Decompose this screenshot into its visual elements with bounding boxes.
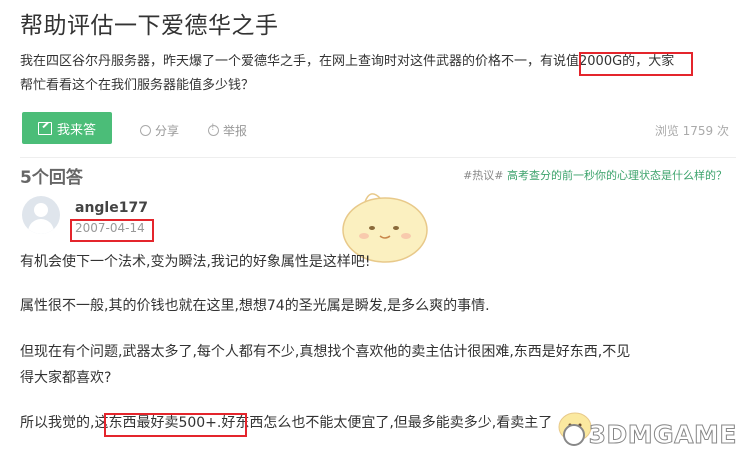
edit-icon <box>37 121 52 135</box>
question-description: 我在四区谷尔丹服务器，昨天爆了一个爱德华之手，在网上查询时对这件武器的价格不一，… <box>20 50 735 98</box>
report-icon <box>208 123 219 136</box>
answer-button-label: 我来答 <box>56 122 96 138</box>
answer-paragraph-1: 有机会使下一个法术,变为瞬法,我记的好象属性是这样吧! <box>20 254 371 270</box>
hot-topic-link[interactable]: 高考查分的前一秒你的心理状态是什么样的？ <box>507 169 727 182</box>
desc-highlight-price: 有说值2000G的 <box>540 54 636 69</box>
share-label: 分享 <box>155 124 180 138</box>
answer-p4-highlight: 这东西最好卖500+ <box>94 415 217 431</box>
hot-topic: #热议# 高考查分的前一秒你的心理状态是什么样的？ <box>463 167 727 183</box>
answer-p4-a: 所以我觉的, <box>20 415 95 431</box>
answer-count: 5个回答 <box>20 168 83 188</box>
answer-paragraph-3-line-1: 但现在有个问题,武器太多了,每个人都有不少,真想找个喜欢他的卖主估计很困难,东西… <box>20 344 631 360</box>
answer-username[interactable]: angle177 <box>75 200 148 216</box>
share-button[interactable]: 分享 <box>140 122 179 139</box>
avatar-body <box>28 219 54 234</box>
view-count: 浏览 1759 次 <box>654 124 729 138</box>
share-icon <box>140 125 151 136</box>
avatar-head <box>34 203 48 217</box>
watermark-logo-icon <box>562 423 585 446</box>
answer-paragraph-3: 但现在有个问题,武器太多了,每个人都有不少,真想找个喜欢他的卖主估计很困难,东西… <box>20 339 735 391</box>
desc-line-2: 帮忙看看这个在我们服务器能值多少钱？ <box>20 78 255 93</box>
hot-tag: #热议# <box>463 169 504 182</box>
answer-button[interactable]: 我来答 <box>22 112 112 144</box>
watermark-logo: 3DMGAME <box>562 420 737 450</box>
watermark-text: 3DMGAME <box>588 420 737 450</box>
answer-p4-c: .好东西怎么也不能太便宜了,但最多能卖多少,看卖主了 <box>216 415 553 431</box>
question-title: 帮助评估一下爱德华之手 <box>20 13 279 39</box>
report-label: 举报 <box>223 124 248 138</box>
answer-date: 2007-04-14 <box>75 221 145 235</box>
divider <box>20 157 736 158</box>
avatar[interactable] <box>22 196 60 234</box>
desc-text-c: ，大家 <box>635 54 675 69</box>
answer-paragraph-3-line-2: 得大家都喜欢? <box>20 370 112 386</box>
desc-text-a: 我在四区谷尔丹服务器，昨天爆了一个爱德华之手，在网上查询时对这件武器的价格不一， <box>20 54 541 69</box>
report-button[interactable]: 举报 <box>208 122 247 139</box>
answer-paragraph-2: 属性很不一般,其的价钱也就在这里,想想74的圣光属是瞬发,是多么爽的事情. <box>20 298 490 314</box>
